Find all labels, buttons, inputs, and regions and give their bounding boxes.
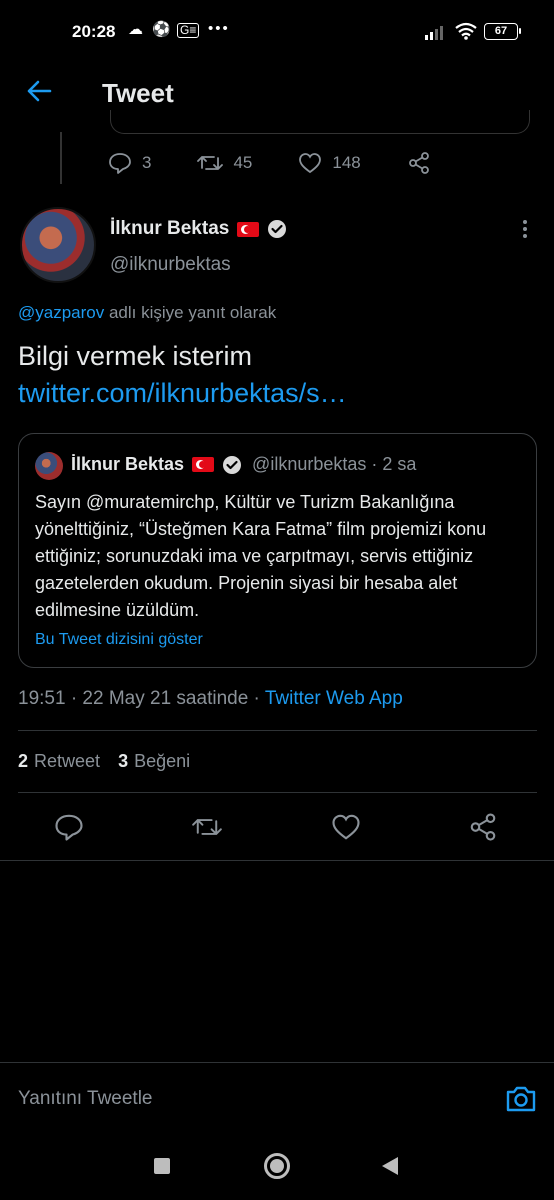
author-name-row[interactable]: İlknur Bektas [110,218,287,240]
retweet-count: 45 [233,153,253,172]
more-notifications-icon: ••• [208,20,230,37]
reply-mention-link[interactable]: @yazparov [18,303,104,322]
share-icon [408,152,429,174]
turkey-flag-icon [192,457,215,472]
heart-icon[interactable] [331,812,361,842]
more-options-icon[interactable] [520,220,530,242]
verified-badge-icon [268,220,287,238]
tweet-timestamp: 19:51 · 22 May 21 saatinde · Twitter Web… [18,688,403,710]
back-arrow-icon[interactable] [24,76,54,106]
turkey-flag-icon [237,221,260,237]
like-stat-count: 3 [118,751,129,771]
back-triangle-icon[interactable] [382,1157,398,1175]
reply-context: @yazparov adlı kişiye yanıt olarak [18,303,276,323]
divider [0,860,554,861]
divider [18,730,537,731]
news-icon: G≡ [177,23,200,38]
reply-count: 3 [142,153,152,172]
status-bar: 20:28 ☁ ⚽ G≡ ••• 67 [0,0,554,62]
retweet-icon[interactable] [192,812,222,842]
thread-connector [60,132,62,184]
previous-quote-card-edge [110,110,530,134]
reply-icon [109,153,131,174]
author-handle[interactable]: @ilknurbektas [110,254,231,276]
reply-icon[interactable] [54,812,84,842]
source-app-link[interactable]: Twitter Web App [265,688,403,709]
divider [18,792,537,793]
quoted-author-row: İlknur Bektas @ilknurbektas · 2 sa [71,454,416,475]
soccer-ball-icon: ⚽ [152,21,171,38]
retweet-stat-count: 2 [18,751,29,771]
reply-context-text: adlı kişiye yanıt olarak [104,303,277,322]
reply-compose-bar[interactable]: Yanıtını Tweetle [0,1062,554,1134]
show-thread-link[interactable]: Bu Tweet dizisini göster [35,631,203,649]
like-stat[interactable]: 3 Beğeni [118,751,190,772]
quoted-author-handle: @ilknurbektas · 2 sa [252,454,417,474]
tweet-link[interactable]: twitter.com/ilknurbektas/s… [18,375,347,412]
reply-button[interactable]: 3 [108,152,151,174]
home-icon[interactable] [264,1153,290,1179]
heart-icon [299,153,322,174]
tweet-text: Bilgi vermek isterim [18,341,253,371]
like-stat-label: Beğeni [134,751,191,771]
quoted-tweet-card[interactable]: İlknur Bektas @ilknurbektas · 2 sa Sayın… [18,433,537,668]
verified-badge-icon [223,455,242,474]
wifi-icon [455,22,477,40]
quoted-author-name: İlknur Bektas [71,454,185,474]
retweet-button[interactable]: 45 [197,152,252,174]
camera-icon[interactable] [504,1082,538,1116]
quoted-tweet-text: Sayın @muratemirchp, Kültür ve Turizm Ba… [35,492,487,620]
status-time: 20:28 [72,22,116,41]
previous-tweet-actions: 3 45 148 [108,150,508,176]
share-button[interactable] [407,151,441,175]
page-title: Tweet [102,78,174,108]
share-icon[interactable] [468,812,498,842]
retweet-stat-label: Retweet [34,751,101,771]
engagement-stats: 2 Retweet 3 Beğeni [18,751,208,772]
author-avatar[interactable] [20,207,96,283]
cloud-icon: ☁ [128,21,143,38]
timestamp-text: 19:51 · 22 May 21 saatinde · [18,688,265,709]
like-button[interactable]: 148 [298,152,361,174]
like-count: 148 [332,153,361,172]
reply-input[interactable]: Yanıtını Tweetle [18,1088,153,1110]
quoted-author-avatar [35,452,63,480]
signal-icon [425,26,443,40]
author-name: İlknur Bektas [110,218,230,239]
retweet-icon [197,156,224,170]
recent-apps-icon[interactable] [154,1158,170,1174]
system-nav-bar [0,1134,554,1200]
retweet-stat[interactable]: 2 Retweet [18,751,100,772]
battery-indicator: 67 [484,23,521,40]
tweet-actions [0,812,554,844]
